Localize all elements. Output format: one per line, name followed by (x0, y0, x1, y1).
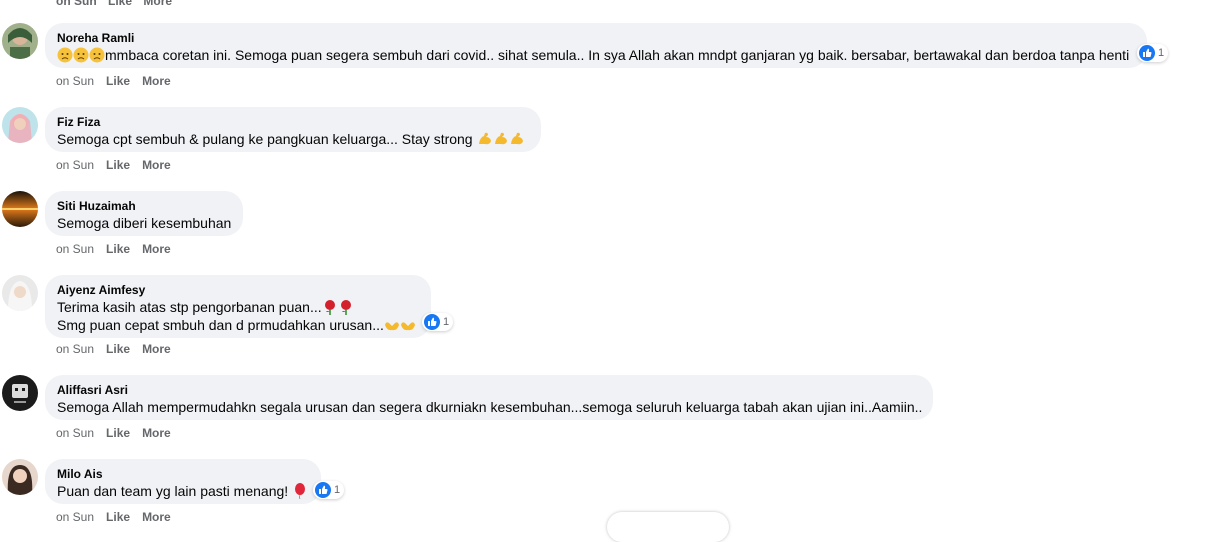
comment-text-row: Puan dan team yg lain pasti menang! (57, 482, 309, 500)
sad-face-emoji (57, 47, 73, 63)
comment-time[interactable]: on Sun (56, 342, 94, 356)
avatar[interactable] (2, 275, 38, 311)
sad-face-emoji (89, 47, 105, 63)
comment-text: Semoga Allah mempermudahkn segala urusan… (57, 399, 923, 415)
like-button[interactable]: Like (106, 242, 130, 256)
comment-actions: on Sun Like More (56, 74, 183, 88)
avatar[interactable] (2, 375, 38, 411)
comment-time[interactable]: on Sun (56, 242, 94, 256)
like-reaction-icon (315, 482, 331, 498)
comment-bubble: Aliffasri Asri Semoga Allah mempermudahk… (45, 375, 933, 420)
reaction-count: 1 (1158, 47, 1165, 59)
reaction-count: 1 (443, 316, 450, 328)
comment-author[interactable]: Siti Huzaimah (57, 198, 231, 214)
reaction-count: 1 (334, 484, 341, 496)
like-button[interactable]: Like (106, 510, 130, 524)
comment-bubble: Milo Ais Puan dan team yg lain pasti men… (45, 459, 321, 504)
like-reaction-icon (1139, 45, 1155, 61)
more-button[interactable]: More (142, 510, 171, 524)
comment-text-row: Semoga cpt sembuh & pulang ke pangkuan k… (57, 130, 529, 148)
more-button[interactable]: More (142, 74, 171, 88)
comment-time[interactable]: on Sun (56, 510, 94, 524)
comment-author[interactable]: Noreha Ramli (57, 30, 1135, 46)
like-button[interactable]: Like (106, 426, 130, 440)
comment-author[interactable]: Aliffasri Asri (57, 382, 921, 398)
more-button[interactable]: More (142, 242, 171, 256)
avatar[interactable] (2, 107, 38, 143)
avatar[interactable] (2, 191, 38, 227)
reaction-badge[interactable]: 1 (313, 481, 345, 499)
comment-author[interactable]: Milo Ais (57, 466, 309, 482)
comment-time[interactable]: on Sun (56, 426, 94, 440)
comment-time[interactable]: on Sun (56, 158, 94, 172)
more-button[interactable]: More (142, 426, 171, 440)
comment-actions: on Sun Like More (56, 242, 183, 256)
flexed-biceps-emoji (478, 132, 491, 145)
avatar[interactable] (2, 459, 38, 495)
open-hands-emoji (384, 322, 399, 331)
comment-text-row: mmbaca coretan ini. Semoga puan segera s… (57, 46, 1135, 64)
comment-bubble: Fiz Fiza Semoga cpt sembuh & pulang ke p… (45, 107, 541, 152)
rose-emoji (340, 300, 351, 315)
open-hands-emoji (400, 322, 415, 331)
comment-bubble: Aiyenz Aimfesy Terima kasih atas stp pen… (45, 275, 431, 338)
comment-text: Smg puan cepat smbuh dan d prmudahkan ur… (57, 317, 384, 333)
like-button[interactable]: Like (108, 0, 132, 8)
flexed-biceps-emoji (494, 132, 507, 145)
comment-author[interactable]: Aiyenz Aimfesy (57, 282, 419, 298)
comment-bubble: Noreha Ramli mmbaca coretan ini. Semoga … (45, 23, 1147, 68)
flexed-biceps-emoji (510, 132, 523, 145)
comment-text: Terima kasih atas stp pengorbanan puan..… (57, 299, 322, 315)
like-button[interactable]: Like (106, 342, 130, 356)
comment-text: mmbaca coretan ini. Semoga puan segera s… (105, 47, 1130, 63)
comment-text: Semoga diberi kesembuhan (57, 215, 232, 231)
comment-bubble: Siti Huzaimah Semoga diberi kesembuhan (45, 191, 243, 236)
reaction-badge[interactable]: 1 (422, 313, 454, 331)
like-reaction-icon (424, 314, 440, 330)
like-button[interactable]: Like (106, 158, 130, 172)
more-button[interactable]: More (142, 342, 171, 356)
comment-text-line: Terima kasih atas stp pengorbanan puan..… (57, 298, 419, 316)
more-button[interactable]: More (142, 158, 171, 172)
comment-text-line: Smg puan cepat smbuh dan d prmudahkan ur… (57, 316, 419, 334)
more-button[interactable]: More (143, 0, 172, 8)
rose-emoji (324, 300, 335, 315)
partial-comment-actions: on Sun Like More (56, 0, 180, 8)
like-button[interactable]: Like (106, 74, 130, 88)
new-comments-pill[interactable] (607, 512, 729, 542)
avatar[interactable] (2, 23, 38, 59)
comment-time[interactable]: on Sun (56, 74, 94, 88)
comment-time[interactable]: on Sun (56, 0, 97, 8)
balloon-emoji (295, 483, 306, 499)
comment-author[interactable]: Fiz Fiza (57, 114, 529, 130)
comment-actions: on Sun Like More (56, 342, 183, 356)
comment-text: Semoga cpt sembuh & pulang ke pangkuan k… (57, 131, 473, 147)
comment-text: Puan dan team yg lain pasti menang! (57, 483, 289, 499)
comment-actions: on Sun Like More (56, 426, 183, 440)
comment-actions: on Sun Like More (56, 510, 183, 524)
sad-face-emoji (73, 47, 89, 63)
reaction-badge[interactable]: 1 (1137, 44, 1169, 62)
comment-actions: on Sun Like More (56, 158, 183, 172)
